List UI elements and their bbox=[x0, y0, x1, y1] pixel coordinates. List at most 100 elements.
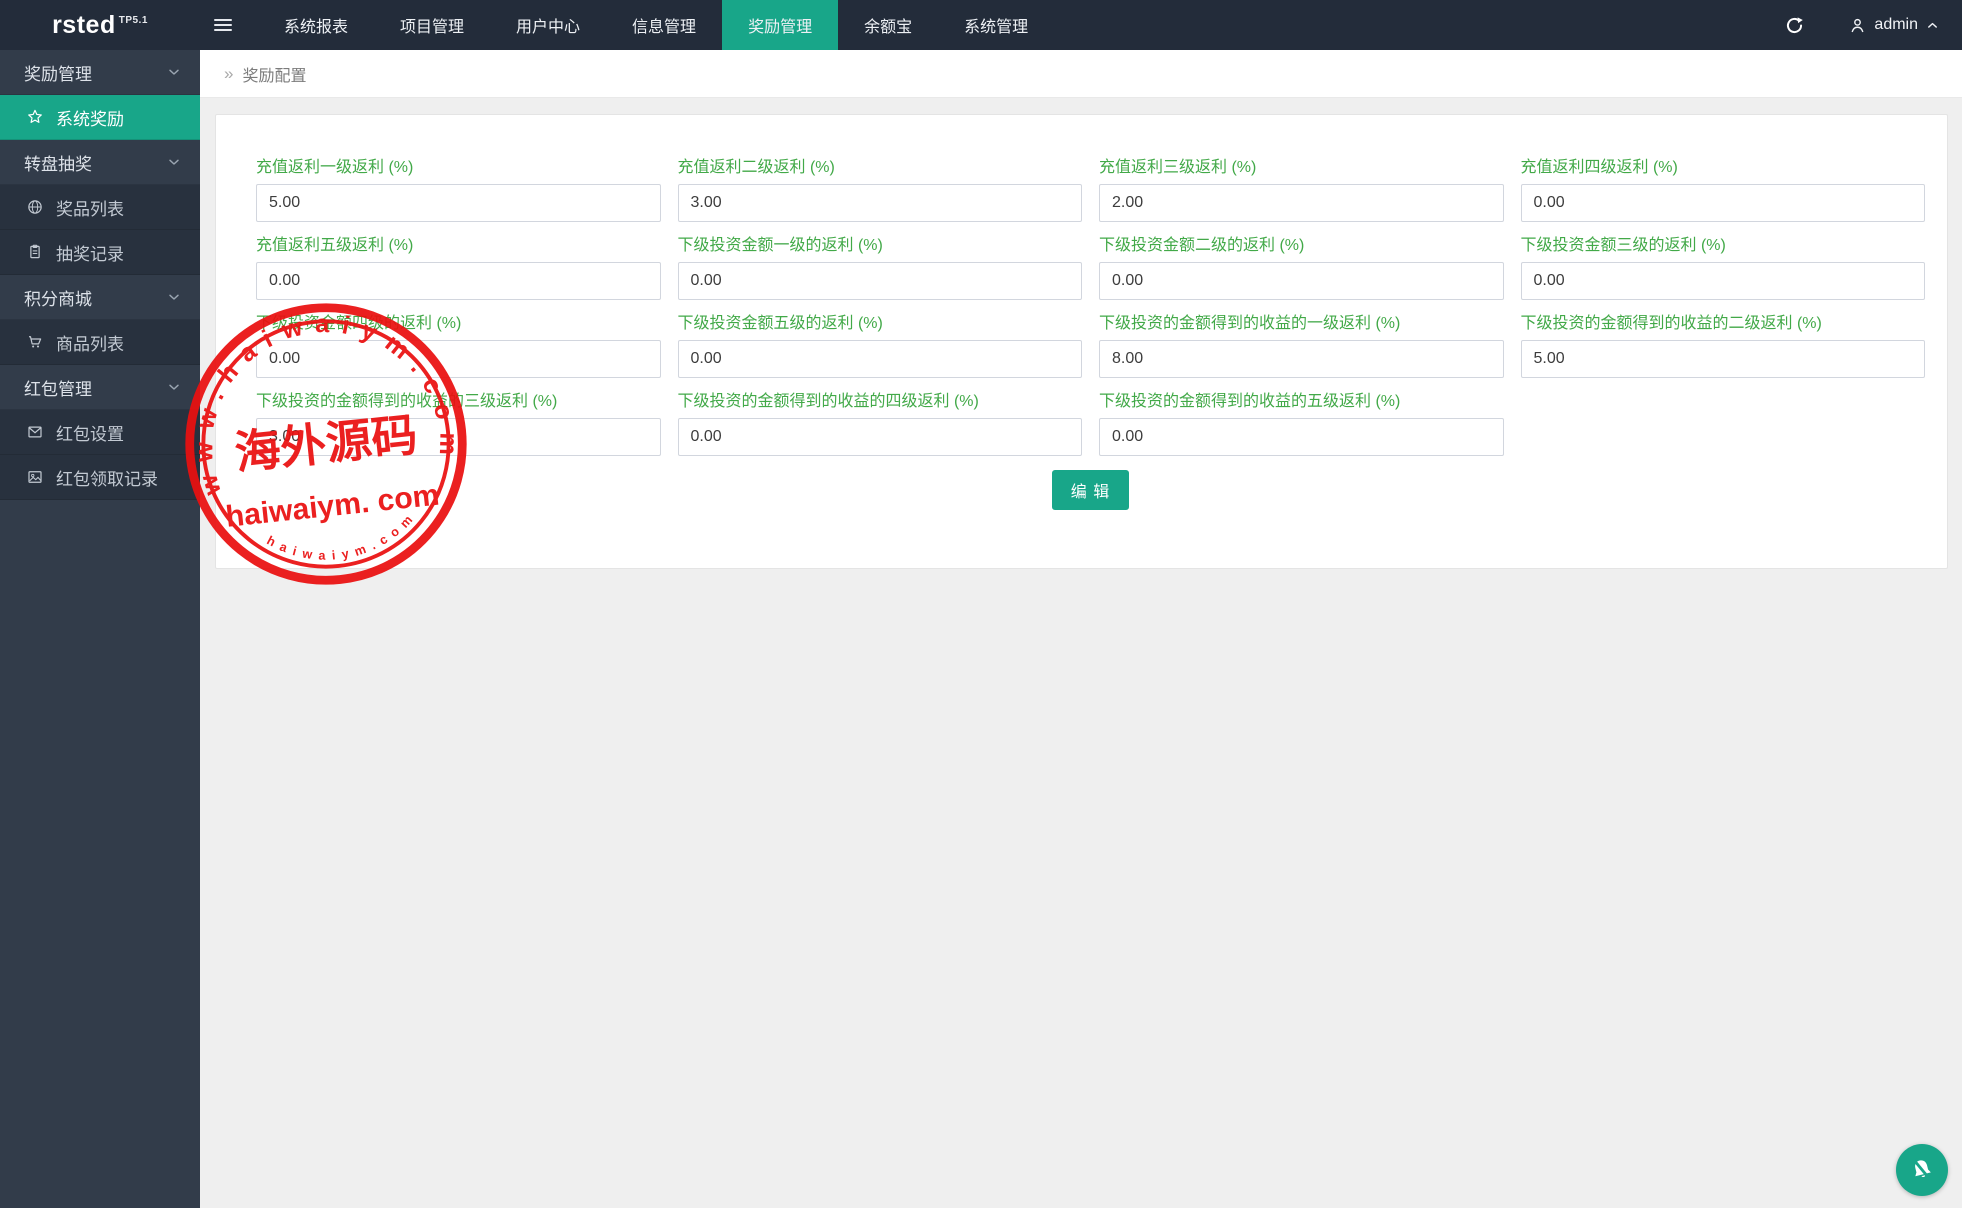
field-input-recharge-rebate-l5[interactable] bbox=[256, 262, 661, 300]
sidebar: 奖励管理 系统奖励 转盘抽奖 奖品列表 抽奖记录 积分商城 商品列表 红包管理 … bbox=[0, 50, 200, 1208]
field-label: 下级投资金额二级的返利 (%) bbox=[1099, 237, 1504, 255]
field-label: 下级投资金额四级的返利 (%) bbox=[256, 315, 661, 333]
sidebar-item-lottery-records[interactable]: 抽奖记录 bbox=[0, 230, 200, 275]
breadcrumb-separator-icon: » bbox=[224, 64, 233, 84]
form-actions: 编 辑 bbox=[256, 470, 1925, 510]
user-icon bbox=[1848, 16, 1867, 35]
field-label: 下级投资的金额得到的收益的四级返利 (%) bbox=[678, 393, 1083, 411]
main-content: » 奖励配置 充值返利一级返利 (%) 充值返利二级返利 (%) 充值返利三级返… bbox=[200, 50, 1962, 1208]
field-label: 下级投资的金额得到的收益的三级返利 (%) bbox=[256, 393, 661, 411]
field-label: 下级投资的金额得到的收益的五级返利 (%) bbox=[1099, 393, 1504, 411]
envelope-icon bbox=[26, 423, 44, 441]
refresh-button[interactable] bbox=[1774, 0, 1814, 50]
cart-icon bbox=[26, 333, 44, 351]
chevron-down-icon bbox=[166, 289, 182, 305]
field-input-invest-income-rebate-l2[interactable] bbox=[1521, 340, 1926, 378]
chevron-up-icon bbox=[1925, 18, 1940, 33]
field-input-recharge-rebate-l1[interactable] bbox=[256, 184, 661, 222]
form-field: 充值返利四级返利 (%) bbox=[1521, 159, 1926, 222]
clipboard-icon bbox=[26, 243, 44, 261]
star-icon bbox=[26, 108, 44, 126]
edit-button[interactable]: 编 辑 bbox=[1052, 470, 1129, 510]
nav-item-rewards[interactable]: 奖励管理 bbox=[722, 0, 838, 50]
sidebar-group-lottery-wheel[interactable]: 转盘抽奖 bbox=[0, 140, 200, 185]
field-input-recharge-rebate-l2[interactable] bbox=[678, 184, 1083, 222]
form-field: 下级投资的金额得到的收益的二级返利 (%) bbox=[1521, 315, 1926, 378]
logo-text: rsted bbox=[52, 11, 116, 40]
field-label: 充值返利五级返利 (%) bbox=[256, 237, 661, 255]
sidebar-item-label: 商品列表 bbox=[56, 330, 124, 355]
nav-item-yuebao[interactable]: 余额宝 bbox=[838, 0, 938, 50]
form-field: 下级投资的金额得到的收益的五级返利 (%) bbox=[1099, 393, 1504, 456]
sidebar-filler bbox=[0, 500, 200, 1208]
form-field: 充值返利五级返利 (%) bbox=[256, 237, 661, 300]
field-label: 充值返利一级返利 (%) bbox=[256, 159, 661, 177]
field-label: 充值返利二级返利 (%) bbox=[678, 159, 1083, 177]
field-input-invest-income-rebate-l3[interactable] bbox=[256, 418, 661, 456]
hamburger-icon bbox=[214, 16, 232, 34]
form-field: 下级投资的金额得到的收益的三级返利 (%) bbox=[256, 393, 661, 456]
field-label: 充值返利三级返利 (%) bbox=[1099, 159, 1504, 177]
sidebar-item-red-packet-claim-records[interactable]: 红包领取记录 bbox=[0, 455, 200, 500]
page-title: 奖励配置 bbox=[242, 62, 306, 86]
app-logo: rstedTP5.1 bbox=[0, 0, 200, 50]
field-label: 充值返利四级返利 (%) bbox=[1521, 159, 1926, 177]
field-input-invest-amount-rebate-l1[interactable] bbox=[678, 262, 1083, 300]
form-field: 下级投资金额五级的返利 (%) bbox=[678, 315, 1083, 378]
image-icon bbox=[26, 468, 44, 486]
field-label: 下级投资的金额得到的收益的二级返利 (%) bbox=[1521, 315, 1926, 333]
sidebar-item-prize-list[interactable]: 奖品列表 bbox=[0, 185, 200, 230]
form-field: 充值返利二级返利 (%) bbox=[678, 159, 1083, 222]
sidebar-item-red-packet-settings[interactable]: 红包设置 bbox=[0, 410, 200, 455]
form-field: 下级投资金额一级的返利 (%) bbox=[678, 237, 1083, 300]
field-input-invest-amount-rebate-l4[interactable] bbox=[256, 340, 661, 378]
chevron-down-icon bbox=[166, 64, 182, 80]
nav-item-system[interactable]: 系统管理 bbox=[938, 0, 1054, 50]
form-field: 充值返利三级返利 (%) bbox=[1099, 159, 1504, 222]
sidebar-group-label: 转盘抽奖 bbox=[24, 150, 166, 175]
sidebar-group-red-packet[interactable]: 红包管理 bbox=[0, 365, 200, 410]
field-input-invest-income-rebate-l1[interactable] bbox=[1099, 340, 1504, 378]
sidebar-item-label: 奖品列表 bbox=[56, 195, 124, 220]
notification-fab-button[interactable] bbox=[1896, 1144, 1948, 1196]
chevron-down-icon bbox=[166, 379, 182, 395]
nav-item-projects[interactable]: 项目管理 bbox=[374, 0, 490, 50]
field-input-recharge-rebate-l4[interactable] bbox=[1521, 184, 1926, 222]
sidebar-item-label: 系统奖励 bbox=[56, 105, 124, 130]
sidebar-group-label: 红包管理 bbox=[24, 375, 166, 400]
sidebar-item-label: 红包领取记录 bbox=[56, 465, 158, 490]
nav-item-info[interactable]: 信息管理 bbox=[606, 0, 722, 50]
form-field: 下级投资金额四级的返利 (%) bbox=[256, 315, 661, 378]
logo-version: TP5.1 bbox=[119, 15, 148, 26]
globe-icon bbox=[26, 198, 44, 216]
field-input-invest-amount-rebate-l2[interactable] bbox=[1099, 262, 1504, 300]
sidebar-group-label: 积分商城 bbox=[24, 285, 166, 310]
reward-config-form: 充值返利一级返利 (%) 充值返利二级返利 (%) 充值返利三级返利 (%) 充… bbox=[256, 159, 1925, 456]
topbar: rstedTP5.1 系统报表 项目管理 用户中心 信息管理 奖励管理 余额宝 … bbox=[0, 0, 1962, 50]
nav-item-reports[interactable]: 系统报表 bbox=[258, 0, 374, 50]
nav-item-users[interactable]: 用户中心 bbox=[490, 0, 606, 50]
sidebar-toggle-button[interactable] bbox=[200, 0, 246, 50]
user-menu[interactable]: admin bbox=[1848, 16, 1940, 35]
form-field: 下级投资金额二级的返利 (%) bbox=[1099, 237, 1504, 300]
field-input-invest-amount-rebate-l3[interactable] bbox=[1521, 262, 1926, 300]
sidebar-item-system-rewards[interactable]: 系统奖励 bbox=[0, 95, 200, 140]
field-input-invest-income-rebate-l5[interactable] bbox=[1099, 418, 1504, 456]
breadcrumb: » 奖励配置 bbox=[200, 50, 1962, 98]
field-input-invest-income-rebate-l4[interactable] bbox=[678, 418, 1083, 456]
user-name: admin bbox=[1874, 16, 1918, 34]
chevron-down-icon bbox=[166, 154, 182, 170]
field-label: 下级投资金额三级的返利 (%) bbox=[1521, 237, 1926, 255]
sidebar-group-rewards[interactable]: 奖励管理 bbox=[0, 50, 200, 95]
field-input-recharge-rebate-l3[interactable] bbox=[1099, 184, 1504, 222]
field-label: 下级投资金额五级的返利 (%) bbox=[678, 315, 1083, 333]
sidebar-group-points-mall[interactable]: 积分商城 bbox=[0, 275, 200, 320]
form-field: 充值返利一级返利 (%) bbox=[256, 159, 661, 222]
form-field: 下级投资的金额得到的收益的一级返利 (%) bbox=[1099, 315, 1504, 378]
reward-config-card: 充值返利一级返利 (%) 充值返利二级返利 (%) 充值返利三级返利 (%) 充… bbox=[215, 114, 1948, 569]
sidebar-item-goods-list[interactable]: 商品列表 bbox=[0, 320, 200, 365]
sidebar-item-label: 抽奖记录 bbox=[56, 240, 124, 265]
field-input-invest-amount-rebate-l5[interactable] bbox=[678, 340, 1083, 378]
top-navigation: 系统报表 项目管理 用户中心 信息管理 奖励管理 余额宝 系统管理 bbox=[258, 0, 1054, 50]
field-label: 下级投资的金额得到的收益的一级返利 (%) bbox=[1099, 315, 1504, 333]
